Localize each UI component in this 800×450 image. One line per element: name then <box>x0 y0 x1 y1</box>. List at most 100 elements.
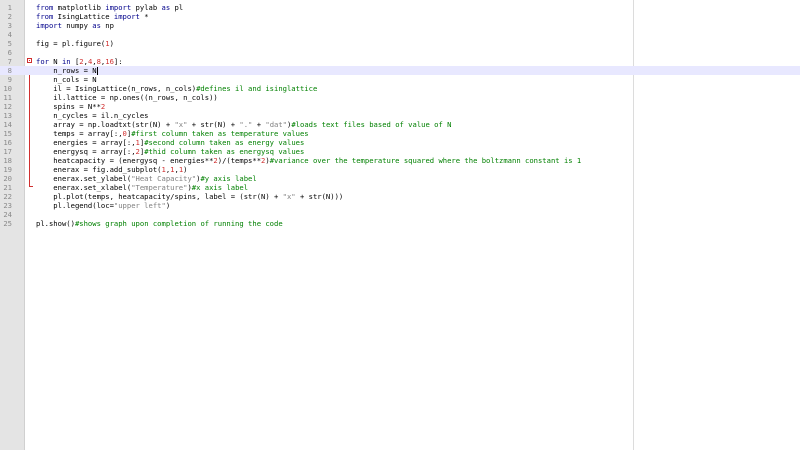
line-number: 8 <box>7 66 12 75</box>
code-text: temps = array[:,0]#first column taken as… <box>36 129 309 138</box>
line-number: 2 <box>7 12 12 21</box>
code-token-comment: #first column taken as temperature value… <box>131 129 309 138</box>
code-text: from IsingLattice import * <box>36 12 149 21</box>
code-token-plain: spins = N** <box>36 102 101 111</box>
line-number: 10 <box>3 84 12 93</box>
line-number: 5 <box>7 39 12 48</box>
code-token-plain: pl <box>170 3 184 12</box>
code-token-keyword: as <box>92 21 101 30</box>
line-number: 12 <box>3 102 12 111</box>
code-text: enerax = fig.add_subplot(1,1,1) <box>36 165 187 174</box>
code-token-keyword: in <box>61 57 71 66</box>
code-token-plain: ) <box>165 201 171 210</box>
code-token-keyword: for <box>36 57 49 66</box>
code-line[interactable]: 8 n_rows = N <box>0 66 800 75</box>
code-token-plain: ) <box>183 165 188 174</box>
code-text: heatcapacity = (energysq - energies**2)/… <box>36 156 581 165</box>
code-token-string: "." <box>239 120 253 129</box>
code-line[interactable]: 20 enerax.set_ylabel("Heat Capacity")#y … <box>0 174 800 183</box>
code-line[interactable]: 23 pl.legend(loc="upper left") <box>0 201 800 210</box>
code-token-plain: np <box>100 21 114 30</box>
code-token-number: 2 <box>100 102 106 111</box>
code-text: enerax.set_xlabel("Temperature")#x axis … <box>36 183 248 192</box>
code-token-plain: matplotlib <box>53 3 106 12</box>
code-line[interactable]: 18 heatcapacity = (energysq - energies**… <box>0 156 800 165</box>
code-token-plain: heatcapacity = (energysq - energies** <box>36 156 214 165</box>
code-text: from matplotlib import pylab as pl <box>36 3 183 12</box>
code-line[interactable]: 4 <box>0 30 800 39</box>
code-token-keyword: import <box>36 21 62 30</box>
line-number: 3 <box>7 21 12 30</box>
code-token-plain: + <box>252 120 266 129</box>
code-line[interactable]: 3 import numpy as np <box>0 21 800 30</box>
code-token-comment: #variance over the temperature squared w… <box>269 156 582 165</box>
code-token-plain: enerax.set_xlabel( <box>36 183 132 192</box>
line-number: 11 <box>3 93 12 102</box>
code-token-plain: array = np.loadtxt(str(N) + <box>36 120 175 129</box>
line-number: 1 <box>7 3 12 12</box>
code-line[interactable]: 14 array = np.loadtxt(str(N) + "x" + str… <box>0 120 800 129</box>
code-line[interactable]: 19 enerax = fig.add_subplot(1,1,1) <box>0 165 800 174</box>
code-token-plain: energies = array[:, <box>36 138 136 147</box>
code-token-plain: pl.show() <box>36 219 75 228</box>
line-number: 25 <box>3 219 12 228</box>
code-line[interactable]: 1 from matplotlib import pylab as pl <box>0 3 800 12</box>
code-line[interactable]: 22 pl.plot(temps, heatcapacity/spins, la… <box>0 192 800 201</box>
code-editor[interactable]: 1 from matplotlib import pylab as pl 2 from… <box>0 3 800 228</box>
code-line[interactable]: 12 spins = N**2 <box>0 102 800 111</box>
code-text: for N in [2,4,8,16]: <box>36 57 123 66</box>
line-number: 18 <box>3 156 12 165</box>
fold-toggle-icon[interactable] <box>27 57 33 66</box>
line-number: 21 <box>3 183 12 192</box>
code-token-plain: fig = pl.figure( <box>36 39 106 48</box>
code-token-plain: numpy <box>61 21 93 30</box>
code-token-keyword: from <box>36 3 54 12</box>
code-line[interactable]: 11 il.lattice = np.ones((n_rows, n_cols)… <box>0 93 800 102</box>
code-text: enerax.set_ylabel("Heat Capacity")#y axi… <box>36 174 256 183</box>
code-token-plain: pl.legend(loc= <box>36 201 114 210</box>
code-text: array = np.loadtxt(str(N) + "x" + str(N)… <box>36 120 451 129</box>
code-line[interactable]: 2 from IsingLattice import * <box>0 12 800 21</box>
code-line[interactable]: 10 il = IsingLattice(n_rows, n_cols)#def… <box>0 84 800 93</box>
line-number: 23 <box>3 201 12 210</box>
code-line[interactable]: 21 enerax.set_xlabel("Temperature")#x ax… <box>0 183 800 192</box>
code-token-plain: n_cols = N <box>36 75 97 84</box>
code-token-comment: #thid column taken as energysq values <box>144 147 305 156</box>
code-token-number: 16 <box>105 57 114 66</box>
code-token-plain: n_rows = N <box>36 66 97 75</box>
code-token-plain: enerax.set_ylabel( <box>36 174 132 183</box>
code-token-plain: + str(N))) <box>295 192 344 201</box>
code-text: energies = array[:,1]#second column take… <box>36 138 304 147</box>
code-token-keyword: import <box>105 3 132 12</box>
code-token-string: "dat" <box>265 120 288 129</box>
code-text: n_cycles = il.n_cycles <box>36 111 149 120</box>
code-token-plain: * <box>139 12 149 21</box>
code-line[interactable]: 5 fig = pl.figure(1) <box>0 39 800 48</box>
code-text: pl.show()#shows graph upon completion of… <box>36 219 283 228</box>
code-token-plain: n_cycles = il.n_cycles <box>36 111 149 120</box>
code-text: spins = N**2 <box>36 102 105 111</box>
code-line[interactable]: 16 energies = array[:,1]#second column t… <box>0 138 800 147</box>
code-line[interactable]: 6 <box>0 48 800 57</box>
line-number: 4 <box>7 30 12 39</box>
code-line[interactable]: 17 energysq = array[:,2]#thid column tak… <box>0 147 800 156</box>
line-number: 14 <box>3 120 12 129</box>
code-line[interactable]: 24 <box>0 210 800 219</box>
line-number: 20 <box>3 174 12 183</box>
code-token-string: "x" <box>282 192 296 201</box>
code-token-plain: enerax = fig.add_subplot( <box>36 165 162 174</box>
code-token-comment: #shows graph upon completion of running … <box>74 219 283 228</box>
code-token-plain: + str(N) + <box>187 120 240 129</box>
code-token-plain: N <box>48 57 62 66</box>
code-token-string: "Heat Capacity" <box>131 174 197 183</box>
code-token-plain: il = IsingLattice(n_rows, n_cols) <box>36 84 197 93</box>
code-token-comment: #loads text files based of value of N <box>291 120 452 129</box>
code-line[interactable]: 9 n_cols = N <box>0 75 800 84</box>
code-token-string: "x" <box>174 120 188 129</box>
code-line[interactable]: 13 n_cycles = il.n_cycles <box>0 111 800 120</box>
code-line[interactable]: 15 temps = array[:,0]#first column taken… <box>0 129 800 138</box>
line-number: 13 <box>3 111 12 120</box>
code-line[interactable]: 25 pl.show()#shows graph upon completion … <box>0 219 800 228</box>
code-line[interactable]: 7 for N in [2,4,8,16]: <box>0 57 800 66</box>
code-text: n_cols = N <box>36 75 97 84</box>
